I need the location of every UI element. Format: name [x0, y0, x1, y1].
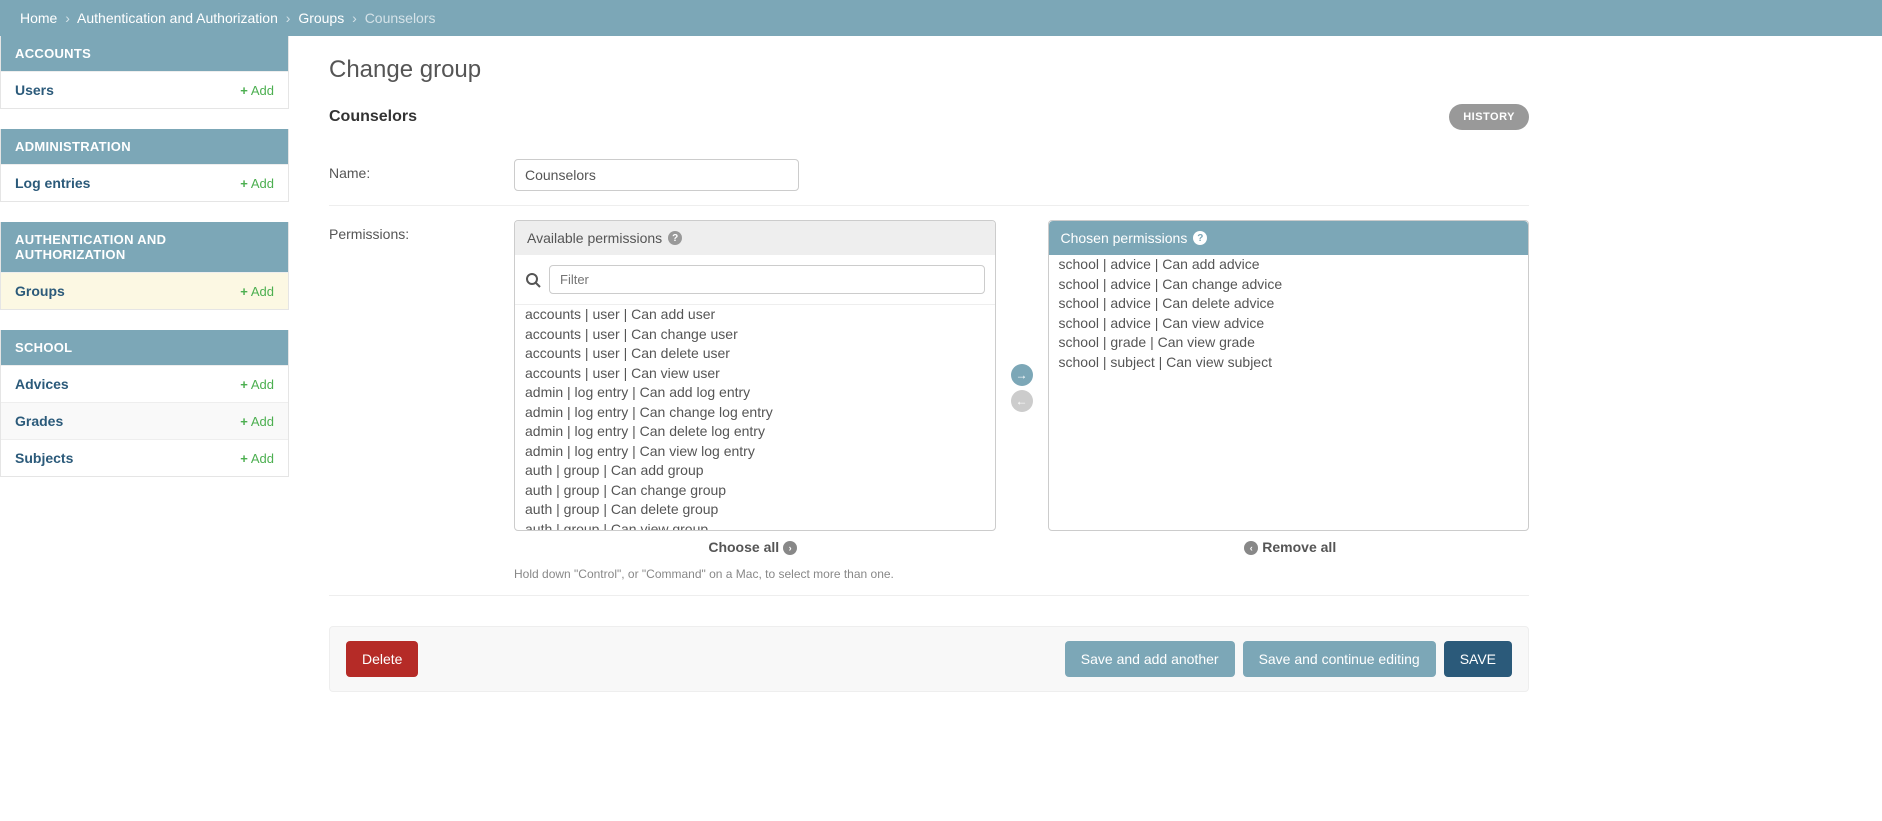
page-title: Change group [329, 56, 1529, 84]
name-input[interactable] [514, 159, 799, 191]
save-button[interactable]: SAVE [1444, 641, 1512, 677]
sidebar-section-header: SCHOOL [1, 330, 288, 365]
help-icon[interactable]: ? [668, 231, 682, 245]
breadcrumb-sep: › [61, 10, 74, 26]
field-permissions: Permissions: Available permissions ? [329, 206, 1529, 596]
object-name: Counselors [329, 108, 417, 126]
plus-icon: + [240, 284, 248, 299]
plus-icon: + [240, 176, 248, 191]
permission-option[interactable]: school | grade | Can view grade [1049, 333, 1529, 353]
breadcrumb-home[interactable]: Home [20, 10, 57, 26]
breadcrumb-model[interactable]: Groups [298, 10, 344, 26]
sidebar-model-link[interactable]: Log entries [15, 175, 90, 191]
chosen-title: Chosen permissions [1061, 230, 1188, 246]
sidebar-section-header: ACCOUNTS [1, 36, 288, 71]
permission-option[interactable]: admin | log entry | Can view log entry [515, 442, 995, 462]
breadcrumb: Home › Authentication and Authorization … [0, 0, 1882, 36]
plus-icon: + [240, 83, 248, 98]
sidebar-item: Grades + Add [1, 402, 288, 439]
sidebar-section-header: ADMINISTRATION [1, 129, 288, 164]
help-text: Hold down "Control", or "Command" on a M… [514, 567, 1529, 581]
permission-option[interactable]: school | advice | Can view advice [1049, 314, 1529, 334]
plus-icon: + [240, 377, 248, 392]
sidebar-add-link[interactable]: + Add [240, 176, 274, 191]
breadcrumb-sep: › [282, 10, 295, 26]
chosen-permissions-box: Chosen permissions ? school | advice | C… [1048, 220, 1530, 531]
selector-arrows: → ← [1011, 220, 1033, 555]
chevron-right-icon: › [783, 541, 797, 555]
permission-option[interactable]: accounts | user | Can change user [515, 325, 995, 345]
sidebar-add-link[interactable]: + Add [240, 451, 274, 466]
sidebar-item: Groups + Add [1, 272, 288, 309]
add-arrow-button[interactable]: → [1011, 364, 1033, 386]
delete-button[interactable]: Delete [346, 641, 418, 677]
available-title: Available permissions [527, 230, 662, 246]
remove-arrow-button[interactable]: ← [1011, 390, 1033, 412]
sidebar-item: Advices + Add [1, 365, 288, 402]
history-button[interactable]: HISTORY [1449, 104, 1529, 130]
choose-all-link[interactable]: Choose all› [514, 531, 996, 555]
permission-option[interactable]: auth | group | Can delete group [515, 500, 995, 520]
remove-all-link[interactable]: ‹Remove all [1048, 531, 1530, 555]
sidebar-item: Subjects + Add [1, 439, 288, 476]
permission-option[interactable]: auth | group | Can add group [515, 461, 995, 481]
main-content: Change group Counselors HISTORY Name: Pe… [289, 36, 1549, 712]
name-label: Name: [329, 159, 514, 181]
help-icon[interactable]: ? [1193, 231, 1207, 245]
sidebar-add-link[interactable]: + Add [240, 414, 274, 429]
permission-option[interactable]: auth | group | Can change group [515, 481, 995, 501]
save-continue-button[interactable]: Save and continue editing [1243, 641, 1436, 677]
permission-option[interactable]: auth | group | Can view group [515, 520, 995, 531]
permission-option[interactable]: school | subject | Can view subject [1049, 353, 1529, 373]
permissions-label: Permissions: [329, 220, 514, 242]
sidebar-item: Log entries + Add [1, 164, 288, 201]
sidebar-model-link[interactable]: Groups [15, 283, 65, 299]
sidebar-model-link[interactable]: Users [15, 82, 54, 98]
permission-option[interactable]: school | advice | Can delete advice [1049, 294, 1529, 314]
breadcrumb-current: Counselors [365, 10, 436, 26]
permission-option[interactable]: admin | log entry | Can change log entry [515, 403, 995, 423]
save-add-another-button[interactable]: Save and add another [1065, 641, 1235, 677]
sidebar-add-link[interactable]: + Add [240, 83, 274, 98]
sidebar-model-link[interactable]: Advices [15, 376, 69, 392]
submit-row: Delete Save and add another Save and con… [329, 626, 1529, 692]
permission-option[interactable]: accounts | user | Can add user [515, 305, 995, 325]
permission-option[interactable]: school | advice | Can change advice [1049, 275, 1529, 295]
plus-icon: + [240, 414, 248, 429]
sidebar-add-link[interactable]: + Add [240, 377, 274, 392]
permission-option[interactable]: accounts | user | Can delete user [515, 344, 995, 364]
sidebar-section-header: AUTHENTICATION AND AUTHORIZATION [1, 222, 288, 272]
permission-option[interactable]: admin | log entry | Can delete log entry [515, 422, 995, 442]
sidebar-model-link[interactable]: Grades [15, 413, 63, 429]
available-permissions-box: Available permissions ? accounts | user … [514, 220, 996, 531]
available-list[interactable]: accounts | user | Can add useraccounts |… [515, 305, 995, 530]
sidebar-add-link[interactable]: + Add [240, 284, 274, 299]
breadcrumb-app[interactable]: Authentication and Authorization [77, 10, 278, 26]
permission-option[interactable]: admin | log entry | Can add log entry [515, 383, 995, 403]
breadcrumb-sep: › [348, 10, 361, 26]
search-icon [525, 272, 541, 288]
plus-icon: + [240, 451, 248, 466]
field-name: Name: [329, 145, 1529, 206]
sidebar-item: Users + Add [1, 71, 288, 108]
chosen-list[interactable]: school | advice | Can add adviceschool |… [1049, 255, 1529, 528]
permission-option[interactable]: school | advice | Can add advice [1049, 255, 1529, 275]
chevron-left-icon: ‹ [1244, 541, 1258, 555]
permission-option[interactable]: accounts | user | Can view user [515, 364, 995, 384]
filter-input[interactable] [549, 265, 985, 294]
sidebar-model-link[interactable]: Subjects [15, 450, 73, 466]
sidebar: ACCOUNTSUsers+ AddADMINISTRATIONLog entr… [0, 36, 289, 712]
